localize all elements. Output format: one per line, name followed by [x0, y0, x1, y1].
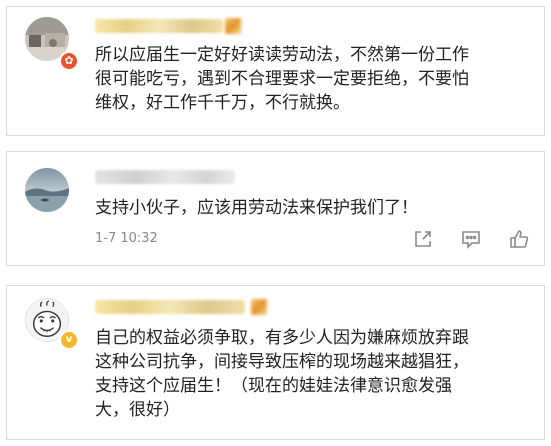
share-icon[interactable]	[412, 228, 434, 250]
comment-actions	[412, 228, 530, 250]
like-icon[interactable]	[508, 228, 530, 250]
username-blurred[interactable]	[95, 170, 235, 184]
username-blurred[interactable]	[95, 19, 223, 33]
comment-text: 所以应届生一定好好读读劳动法，不然第一份工作 很可能吃亏，遇到不合理要求一定要拒…	[95, 45, 469, 113]
vip-badge-icon	[251, 299, 267, 315]
comment-icon[interactable]	[460, 228, 482, 250]
comment-text: 自己的权益必须争取，有多少人因为嫌麻烦放弃跟 这种公司抗争，间接导致压榨的现场越…	[95, 328, 469, 420]
avatar[interactable]	[25, 168, 69, 212]
vip-badge-icon	[225, 18, 241, 34]
comment-timestamp: 1-7 10:32	[95, 231, 158, 246]
comment-card-2: 支持小伙子，应该用劳动法来保护我们了！ 1-7 10:32	[6, 151, 545, 266]
comment-card-1: ✿ 所以应届生一定好好读读劳动法，不然第一份工作 很可能吃亏，遇到不合理要求一定…	[6, 6, 545, 136]
username-blurred[interactable]	[95, 300, 245, 314]
comment-card-3: v 自己的权益必须争取，有多少人因为嫌麻烦放弃跟 这种公司抗争，间接导致压榨的现…	[6, 285, 545, 440]
avatar-landscape-icon	[25, 168, 69, 212]
verified-v-badge-icon: v	[59, 330, 79, 350]
fire-badge-icon: ✿	[59, 51, 79, 71]
comment-text: 支持小伙子，应该用劳动法来保护我们了！	[95, 198, 418, 218]
